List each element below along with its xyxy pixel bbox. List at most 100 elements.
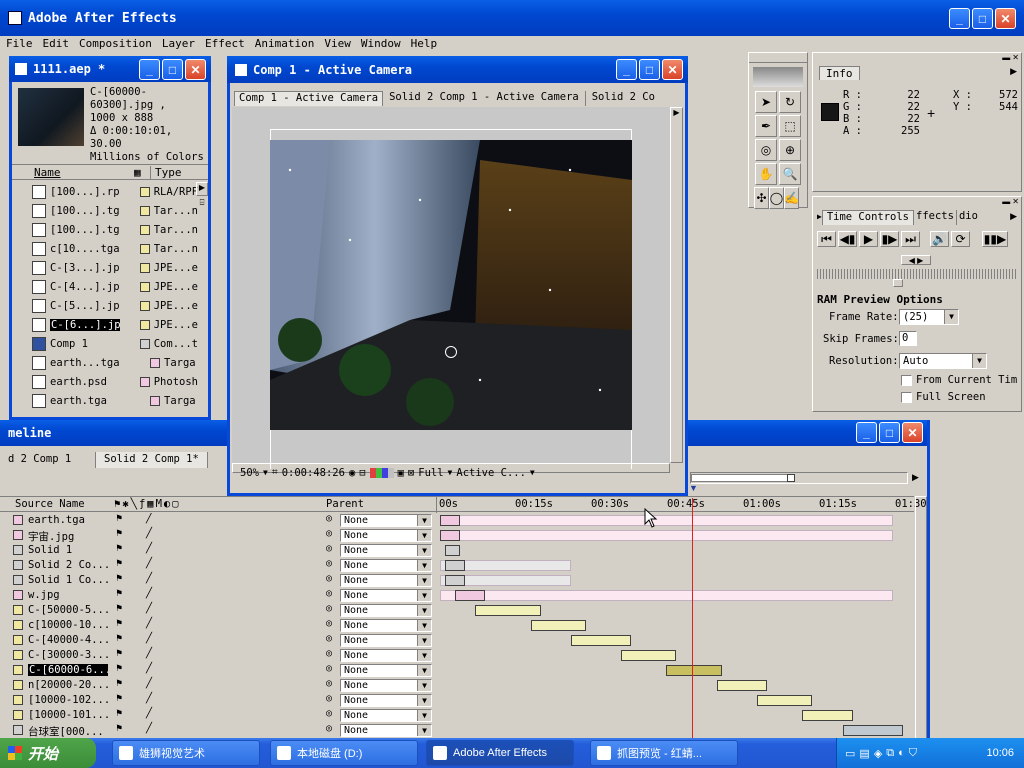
layer-label-swatch-icon[interactable] [13,590,23,600]
project-item[interactable]: Comp 1 Com...t [12,334,198,353]
layer-duration-bar[interactable] [445,575,466,586]
parent-pick-icon[interactable]: ◎ [326,603,332,614]
parent-arrow-icon[interactable]: ▼ [417,695,431,706]
tc-menu-arrow[interactable]: ▶ [1010,211,1017,222]
parent-dropdown[interactable]: None ▼ [340,709,432,722]
source-name-header[interactable]: Source Name [15,498,85,510]
track-tool-icon[interactable]: ✍ [784,187,799,209]
layer-name[interactable]: [10000-101... [28,709,108,721]
project-item[interactable]: c[10....tga Tar...n [12,239,198,258]
quality-switch-icon[interactable]: ╱ [146,573,152,584]
parent-pick-icon[interactable]: ◎ [326,528,332,539]
table-row[interactable]: Solid 1 Co... ⚑ ╱ ◎ None ▼ [0,573,914,588]
table-row[interactable]: C-[60000-6... ⚑ ╱ ◎ None ▼ [0,663,914,678]
layer-label-swatch-icon[interactable] [13,695,23,705]
layer-name[interactable]: 台球室[000... [28,724,108,739]
quality-switch-icon[interactable]: ╱ [146,708,152,719]
video-switch-icon[interactable]: ⚑ [116,693,122,704]
layer-name[interactable]: c[10000-10... [28,619,108,631]
comp-tab-active-camera[interactable]: Comp 1 - Active Camera [234,91,384,106]
quality-switch-icon[interactable]: ╱ [146,633,152,644]
parent-pick-icon[interactable]: ◎ [326,513,332,524]
parent-arrow-icon[interactable]: ▼ [417,620,431,631]
parent-header[interactable]: Parent [326,498,364,510]
pan-behind-tool-icon[interactable]: ⊕ [779,139,801,161]
quality-switch-icon[interactable]: ╱ [146,603,152,614]
layer-duration-bar[interactable] [842,725,903,736]
close-button[interactable]: ✕ [995,8,1016,29]
comp-minimize-button[interactable]: _ [616,59,637,80]
timeline-tab-1[interactable]: d 2 Comp 1 [0,452,96,468]
taskbar-item[interactable]: 雄狮视觉艺术 [112,740,260,766]
parent-pick-icon[interactable]: ◎ [326,693,332,704]
menu-effect[interactable]: Effect [205,37,245,50]
audio-button[interactable]: 🔊 [930,231,949,247]
layer-duration-bar[interactable] [445,560,466,571]
quality-switch-icon[interactable]: ╱ [146,543,152,554]
parent-dropdown[interactable]: None ▼ [340,544,432,557]
tc-min-icon[interactable]: ▬ [1002,197,1010,207]
parent-dropdown[interactable]: None ▼ [340,604,432,617]
parent-dropdown[interactable]: None ▼ [340,694,432,707]
layer-label-swatch-icon[interactable] [13,545,23,555]
layer-duration-bar[interactable] [716,680,768,691]
parent-pick-icon[interactable]: ◎ [326,558,332,569]
parent-arrow-icon[interactable]: ▼ [417,710,431,721]
play-button[interactable]: ▶ [859,231,878,247]
tray-shield-icon[interactable]: ⛉ [909,747,917,760]
project-minimize-button[interactable]: _ [139,59,160,80]
shuttle-thumb[interactable] [893,279,903,287]
video-switch-icon[interactable]: ⚑ [116,633,122,644]
layer-duration-bar[interactable] [666,665,722,676]
video-switch-icon[interactable]: ⚑ [116,603,122,614]
layer-duration-bar[interactable] [530,620,586,631]
anchor-point-icon[interactable] [445,346,457,358]
parent-dropdown[interactable]: None ▼ [340,589,432,602]
selection-tool-icon[interactable]: ➤ [755,91,777,113]
video-switch-icon[interactable]: ⚑ [116,618,122,629]
quality-switch-icon[interactable]: ╱ [146,723,152,734]
parent-dropdown[interactable]: None ▼ [340,664,432,677]
tray-icon-2[interactable]: ▤ [859,747,869,760]
layer-label-swatch-icon[interactable] [13,710,23,720]
taskbar-item[interactable]: Adobe After Effects [426,740,574,766]
parent-arrow-icon[interactable]: ▼ [417,515,431,526]
parent-dropdown[interactable]: None ▼ [340,514,432,527]
camera-arrow-icon[interactable]: ▼ [530,468,535,477]
loop-button[interactable]: ⟳ [951,231,970,247]
video-switch-icon[interactable]: ⚑ [116,723,122,734]
video-switch-icon[interactable]: ⚑ [116,543,122,554]
menu-view[interactable]: View [324,37,351,50]
project-item[interactable]: C-[5...].jpg JPE...e [12,296,198,315]
parent-dropdown[interactable]: None ▼ [340,559,432,572]
table-row[interactable]: C-[50000-5... ⚑ ╱ ◎ None ▼ [0,603,914,618]
tab-audio[interactable]: dio [957,210,980,225]
zoom-dropdown[interactable]: 50% [240,467,259,479]
parent-arrow-icon[interactable]: ▼ [417,605,431,616]
menu-edit[interactable]: Edit [43,37,70,50]
video-switch-icon[interactable]: ⚑ [116,558,122,569]
table-row[interactable]: C-[40000-4... ⚑ ╱ ◎ None ▼ [0,633,914,648]
parent-arrow-icon[interactable]: ▼ [417,575,431,586]
timeline-minimize-button[interactable]: _ [856,422,877,443]
layer-name[interactable]: Solid 2 Co... [28,559,108,571]
table-row[interactable]: C-[30000-3... ⚑ ╱ ◎ None ▼ [0,648,914,663]
comp-viewport[interactable] [232,107,670,473]
video-switch-icon[interactable]: ⚑ [116,528,122,539]
safe-zones-icon[interactable]: ⌗ [272,466,278,479]
layer-label-swatch-icon[interactable] [13,620,23,630]
layer-label-swatch-icon[interactable] [13,665,23,675]
timeline-tab-2[interactable]: Solid 2 Comp 1* [96,452,208,468]
menu-file[interactable]: File [6,37,33,50]
col-type-header[interactable]: Type [150,165,182,179]
video-switch-icon[interactable]: ⚑ [116,588,122,599]
layer-name[interactable]: Solid 1 Co... [28,574,108,586]
layer-duration-bar[interactable] [756,695,813,706]
tab-time-controls[interactable]: Time Controls [821,210,915,225]
layer-duration-bar[interactable] [621,650,677,661]
quality-switch-icon[interactable]: ╱ [146,678,152,689]
menu-composition[interactable]: Composition [79,37,152,50]
taskbar-item[interactable]: 本地磁盘 (D:) [270,740,418,766]
channel-icon[interactable] [369,467,394,478]
video-switch-icon[interactable]: ⚑ [116,708,122,719]
